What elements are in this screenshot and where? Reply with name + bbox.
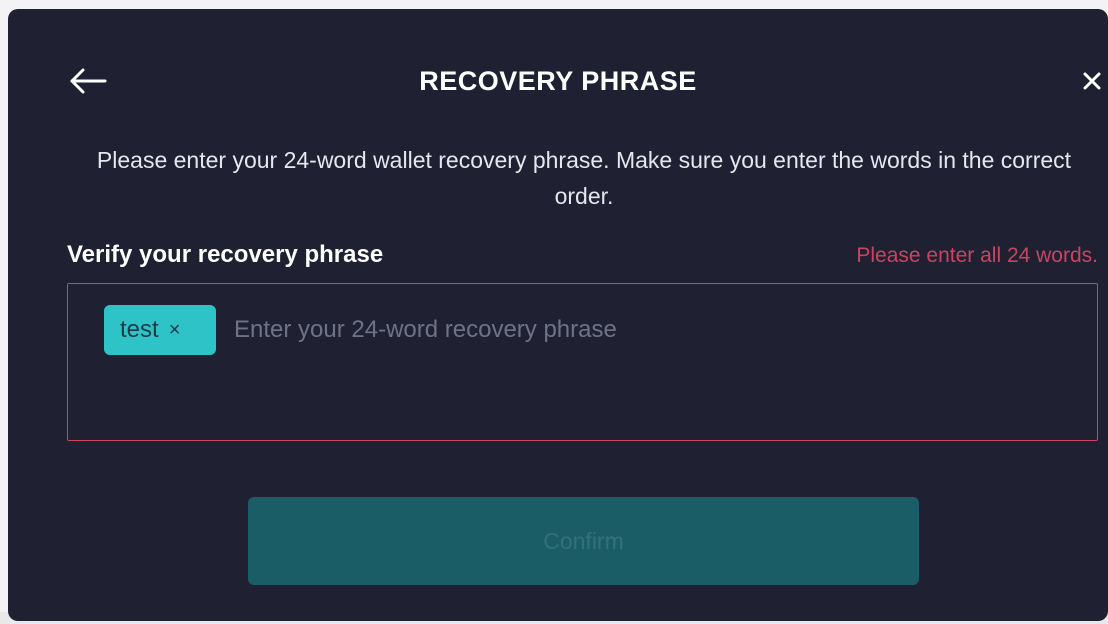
confirm-button[interactable]: Confirm [248,497,919,585]
recovery-phrase-input[interactable] [234,305,1054,355]
verify-label: Verify your recovery phrase [67,241,384,268]
recovery-phrase-modal: RECOVERY PHRASE Please enter your 24-wor… [8,9,1108,621]
word-chip: test × [104,305,216,355]
recovery-phrase-field[interactable]: test × [67,283,1098,441]
close-icon [1082,71,1102,96]
modal-title: RECOVERY PHRASE [419,66,697,96]
word-chip-label: test [120,316,159,343]
error-message: Please enter all 24 words. [856,244,1098,267]
close-button[interactable] [1072,63,1108,103]
instructions-text: Please enter your 24-word wallet recover… [96,147,1072,209]
chip-remove-icon[interactable]: × [169,305,181,355]
